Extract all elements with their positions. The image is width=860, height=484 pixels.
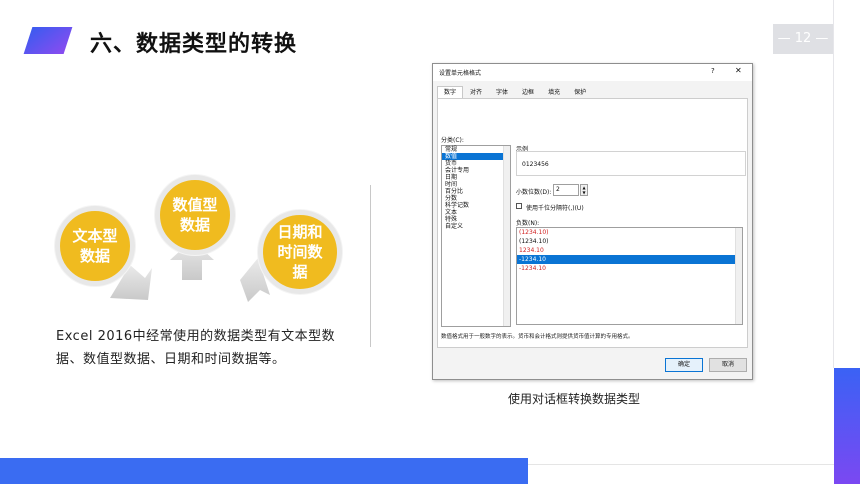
- slide-title: 六、数据类型的转换: [90, 32, 298, 57]
- bottom-accent-bar: [0, 458, 528, 484]
- negative-option[interactable]: 1234.10: [517, 246, 742, 255]
- category-item[interactable]: 文本: [442, 209, 510, 216]
- tab-fill[interactable]: 填充: [541, 86, 567, 98]
- category-item[interactable]: 会计专用: [442, 167, 510, 174]
- category-item[interactable]: 数值: [442, 153, 510, 160]
- page-number: — 12 —: [773, 24, 833, 54]
- dialog-tabs: 数字 对齐 字体 边框 填充 保护: [437, 86, 593, 98]
- close-icon[interactable]: ✕: [735, 66, 742, 75]
- negative-option[interactable]: -1234.10: [517, 255, 742, 264]
- decimal-places-input[interactable]: 2: [553, 184, 579, 196]
- sample-box: 0123456: [516, 151, 746, 176]
- tab-font[interactable]: 字体: [489, 86, 515, 98]
- negative-option[interactable]: -1234.10: [517, 264, 742, 273]
- right-accent-bar: [834, 368, 860, 484]
- category-item[interactable]: 时间: [442, 181, 510, 188]
- tab-number[interactable]: 数字: [437, 86, 464, 98]
- category-item[interactable]: 分数: [442, 195, 510, 202]
- negative-numbers-label: 负数(N):: [516, 220, 540, 227]
- category-label: 分类(C):: [441, 137, 464, 144]
- category-item[interactable]: 日期: [442, 174, 510, 181]
- category-item[interactable]: 百分比: [442, 188, 510, 195]
- category-item[interactable]: 货币: [442, 160, 510, 167]
- image-caption: 使用对话框转换数据类型: [508, 392, 641, 406]
- negative-option[interactable]: (1234.10): [517, 237, 742, 246]
- format-description: 数值格式用于一般数字的表示。货币和会计格式则提供货币值计算的专用格式。: [441, 334, 634, 340]
- negative-numbers-list[interactable]: (1234.10) (1234.10) 1234.10 -1234.10 -12…: [516, 227, 743, 325]
- ok-button[interactable]: 确定: [665, 358, 703, 372]
- vertical-divider: [370, 185, 371, 347]
- right-edge-line: [833, 0, 834, 368]
- description-text: Excel 2016中经常使用的数据类型有文本型数据、数值型数据、日期和时间数据…: [56, 329, 336, 367]
- date-time-data-circle: 日期和 时间数 据: [258, 210, 342, 294]
- category-item[interactable]: 常规: [442, 146, 510, 153]
- tab-border[interactable]: 边框: [515, 86, 541, 98]
- sample-value: 0123456: [522, 161, 549, 168]
- category-list[interactable]: 常规 数值 货币 会计专用 日期 时间 百分比 分数 科学记数 文本 特殊 自定…: [441, 145, 511, 327]
- spin-buttons[interactable]: ▲ ▼: [580, 184, 588, 196]
- number-tab-panel: 分类(C): 常规 数值 货币 会计专用 日期 时间 百分比 分数 科学记数 文…: [437, 98, 748, 348]
- bottom-divider-line: [528, 464, 834, 465]
- category-scrollbar[interactable]: [503, 146, 510, 326]
- tab-alignment[interactable]: 对齐: [463, 86, 489, 98]
- decimal-places-label: 小数位数(D):: [516, 189, 552, 196]
- number-data-circle: 数值型 数据: [155, 175, 235, 255]
- help-icon[interactable]: ?: [711, 67, 715, 75]
- cancel-button[interactable]: 取消: [709, 358, 747, 372]
- dialog-titlebar: 设置单元格格式 ? ✕: [433, 64, 752, 81]
- thousands-separator-checkbox[interactable]: [516, 203, 522, 209]
- category-item[interactable]: 科学记数: [442, 202, 510, 209]
- dialog-title: 设置单元格格式: [439, 70, 482, 77]
- category-item[interactable]: 自定义: [442, 223, 510, 230]
- text-data-circle: 文本型 数据: [55, 206, 135, 286]
- thousands-separator-label: 使用千位分隔符(,)(U): [526, 205, 584, 212]
- title-accent-shape: [23, 27, 73, 54]
- format-cells-dialog: 设置单元格格式 ? ✕ 数字 对齐 字体 边框 填充 保护 分类(C): 常规 …: [432, 63, 753, 380]
- tab-protection[interactable]: 保护: [567, 86, 593, 98]
- negative-list-scrollbar[interactable]: [735, 228, 742, 324]
- negative-option[interactable]: (1234.10): [517, 228, 742, 237]
- category-item[interactable]: 特殊: [442, 216, 510, 223]
